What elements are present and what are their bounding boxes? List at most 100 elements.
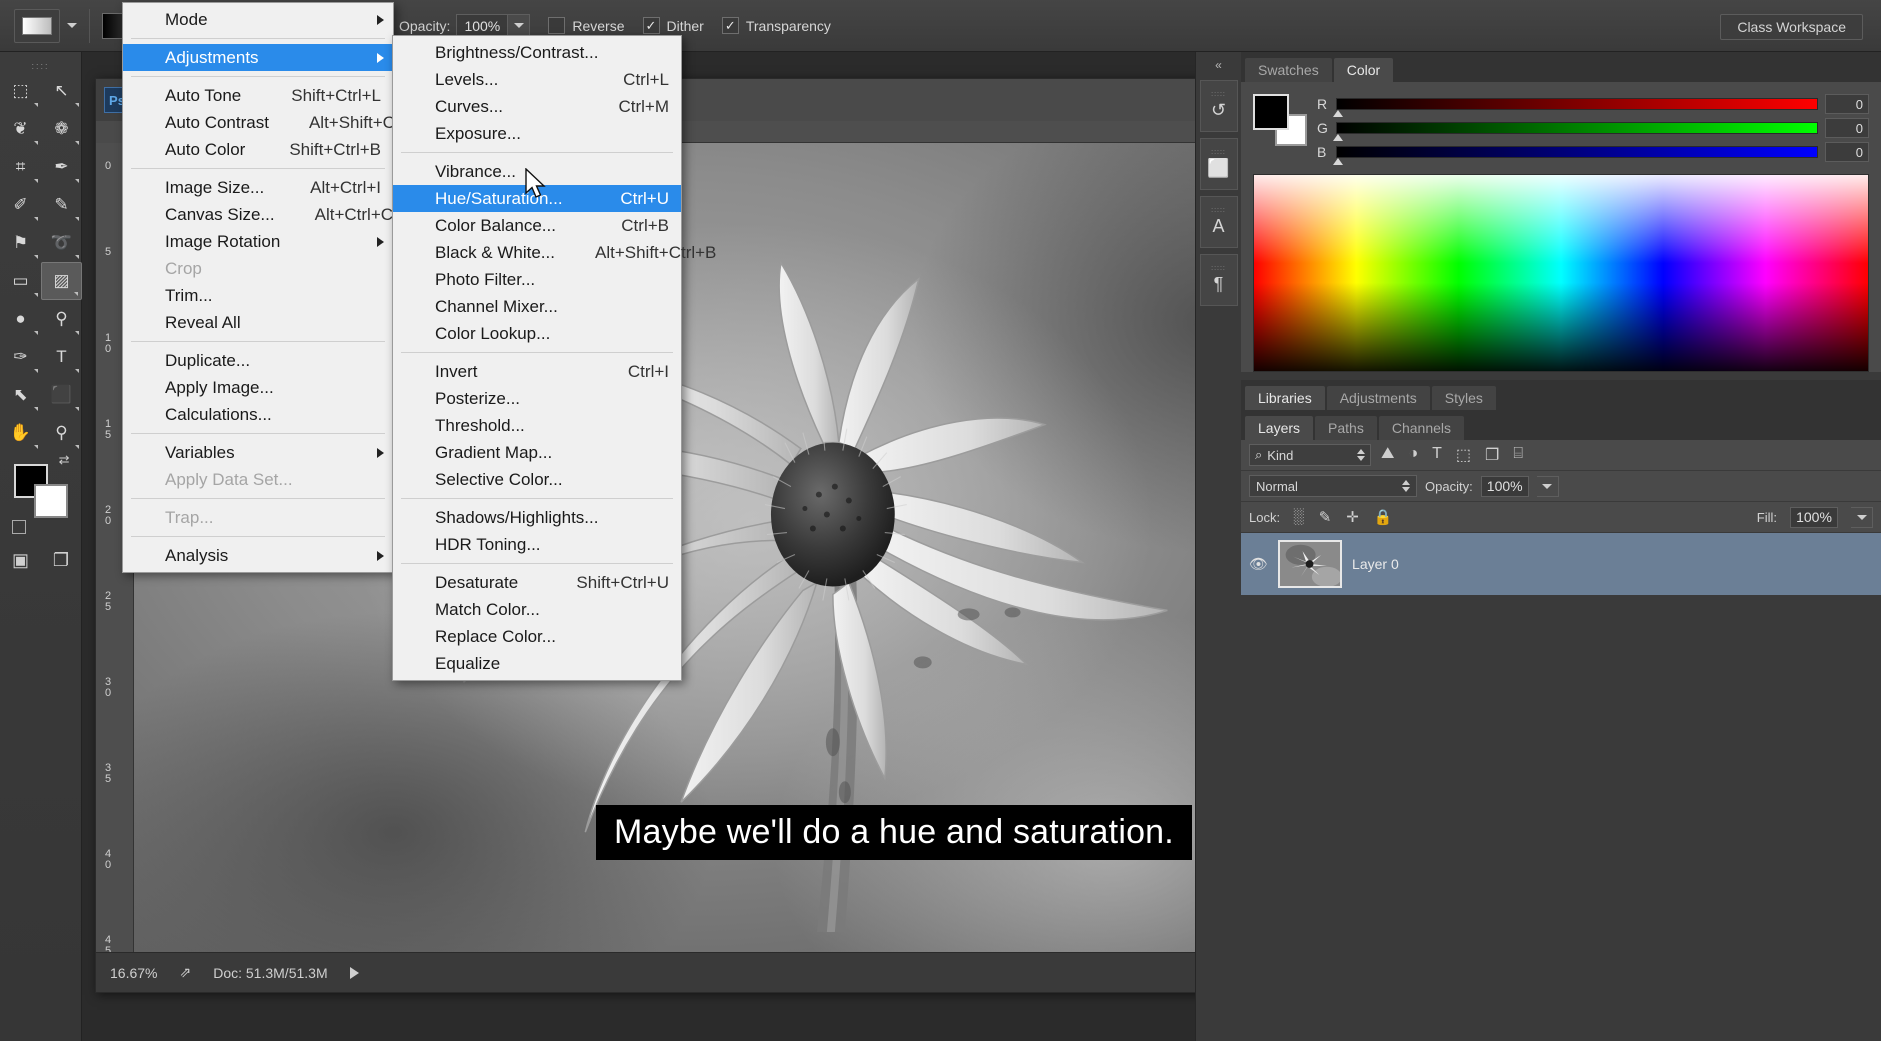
channel-thumb[interactable]: [1333, 134, 1343, 141]
layer-kind-filter-select[interactable]: ⌕ Kind: [1249, 444, 1371, 466]
lock-transparent-pixels-icon[interactable]: ░: [1293, 508, 1304, 526]
layer-opacity-chevron-down-icon[interactable]: [1536, 475, 1559, 497]
channel-thumb[interactable]: [1333, 158, 1343, 165]
menu-item-posterize[interactable]: Posterize...: [393, 385, 681, 412]
reverse-checkbox-row[interactable]: Reverse: [548, 17, 625, 34]
menu-item-variables[interactable]: Variables: [123, 439, 393, 466]
brush-tool[interactable]: ✎: [41, 186, 82, 224]
opacity-chevron-down-icon[interactable]: [508, 13, 531, 38]
transparency-checkbox-row[interactable]: ✓ Transparency: [721, 17, 831, 34]
menu-item-image-rotation[interactable]: Image Rotation: [123, 228, 393, 255]
layer-fill-input[interactable]: 100%: [1790, 506, 1838, 528]
share-icon[interactable]: ⇗: [179, 964, 191, 981]
menu-item-equalize[interactable]: Equalize: [393, 650, 681, 677]
eyedropper-tool[interactable]: ✒: [41, 148, 82, 186]
menu-item-black-white[interactable]: Black & White... Alt+Shift+Ctrl+B: [393, 239, 716, 266]
menu-item-color-lookup[interactable]: Color Lookup...: [393, 320, 681, 347]
color-slider-b[interactable]: B0: [1317, 140, 1869, 165]
path-selection-tool[interactable]: ⬉: [0, 376, 41, 414]
gradient-tool[interactable]: ▨: [41, 262, 82, 300]
character-panel-icon[interactable]: ::::: A: [1199, 196, 1238, 248]
dodge-tool[interactable]: ⚲: [41, 300, 82, 338]
layer-fill-chevron-down-icon[interactable]: [1851, 506, 1873, 528]
color-panel-foreground-swatch[interactable]: [1253, 94, 1289, 130]
menu-item-mode[interactable]: Mode: [123, 6, 393, 33]
lock-image-pixels-icon[interactable]: ✎: [1319, 508, 1332, 526]
quick-selection-tool[interactable]: ❁: [41, 110, 82, 148]
color-slider-r[interactable]: R0: [1317, 92, 1869, 117]
opacity-input[interactable]: 100%: [456, 13, 509, 38]
menu-item-hdr-toning[interactable]: HDR Toning...: [393, 531, 681, 558]
channel-thumb[interactable]: [1333, 110, 1343, 117]
menu-item-trim[interactable]: Trim...: [123, 282, 393, 309]
tab-libraries[interactable]: Libraries: [1245, 386, 1325, 410]
menu-item-threshold[interactable]: Threshold...: [393, 412, 681, 439]
filter-smart-object-icon[interactable]: ❐: [1485, 445, 1499, 465]
color-slider-g[interactable]: G0: [1317, 116, 1869, 141]
screen-mode-icon[interactable]: ❐: [53, 550, 69, 571]
menu-item-exposure[interactable]: Exposure...: [393, 120, 681, 147]
move-tool[interactable]: ↖: [41, 72, 82, 110]
3d-panel-icon[interactable]: ::::: ⬜: [1199, 138, 1238, 190]
channel-value[interactable]: 0: [1825, 118, 1869, 138]
zoom-level[interactable]: 16.67%: [110, 965, 157, 981]
layer-blend-mode-select[interactable]: Normal: [1249, 475, 1417, 497]
blur-tool[interactable]: ●: [0, 300, 41, 338]
layer-thumbnail[interactable]: [1278, 540, 1343, 588]
menu-item-image-size[interactable]: Image Size... Alt+Ctrl+I: [123, 174, 393, 201]
channel-value[interactable]: 0: [1825, 142, 1869, 162]
eraser-tool[interactable]: ▭: [0, 262, 41, 300]
menu-item-invert[interactable]: Invert Ctrl+I: [393, 358, 681, 385]
menu-item-desaturate[interactable]: Desaturate Shift+Ctrl+U: [393, 569, 681, 596]
tab-adjustments[interactable]: Adjustments: [1326, 386, 1430, 410]
menu-item-color-balance[interactable]: Color Balance... Ctrl+B: [393, 212, 681, 239]
menu-item-calculations[interactable]: Calculations...: [123, 401, 393, 428]
workspace-switcher-button[interactable]: Class Workspace: [1720, 14, 1863, 40]
filter-adjustment-icon[interactable]: ◑: [1408, 445, 1418, 465]
horizontal-type-tool[interactable]: T: [41, 338, 82, 376]
lock-all-icon[interactable]: 🔒: [1374, 508, 1393, 526]
tab-styles[interactable]: Styles: [1431, 386, 1496, 410]
crop-tool[interactable]: ⌗: [0, 148, 41, 186]
status-menu-arrow-icon[interactable]: [349, 966, 359, 979]
history-brush-tool[interactable]: ➰: [41, 224, 82, 262]
default-colors-icon[interactable]: [11, 520, 26, 534]
menu-item-adjustments[interactable]: Adjustments: [123, 44, 393, 71]
menu-item-curves[interactable]: Curves... Ctrl+M: [393, 93, 681, 120]
lock-position-icon[interactable]: ✛: [1346, 508, 1359, 526]
rectangular-marquee-tool[interactable]: ⬚: [0, 72, 41, 110]
tools-panel-grabber[interactable]: ::::: [0, 60, 81, 72]
channel-track[interactable]: [1333, 146, 1818, 165]
background-color-swatch[interactable]: [33, 484, 68, 518]
rectangle-tool[interactable]: ⬛: [41, 376, 82, 414]
menu-item-apply-image[interactable]: Apply Image...: [123, 374, 393, 401]
menu-item-photo-filter[interactable]: Photo Filter...: [393, 266, 681, 293]
lasso-tool[interactable]: ❦: [0, 110, 41, 148]
clone-stamp-tool[interactable]: ⚑: [0, 224, 41, 262]
menu-item-auto-color[interactable]: Auto Color Shift+Ctrl+B: [123, 136, 393, 163]
quick-mask-icon[interactable]: ▣: [12, 550, 29, 571]
menu-item-duplicate[interactable]: Duplicate...: [123, 347, 393, 374]
expand-panels-icon[interactable]: «: [1196, 56, 1241, 74]
paragraph-panel-icon[interactable]: ::::: ¶: [1199, 254, 1238, 306]
tab-swatches[interactable]: Swatches: [1245, 58, 1332, 82]
menu-item-analysis[interactable]: Analysis: [123, 542, 393, 569]
transparency-checkbox[interactable]: ✓: [721, 17, 739, 34]
tab-layers[interactable]: Layers: [1245, 416, 1314, 440]
tab-paths[interactable]: Paths: [1315, 416, 1377, 440]
tab-color[interactable]: Color: [1333, 58, 1394, 82]
zoom-tool[interactable]: ⚲: [41, 414, 82, 452]
image-menu[interactable]: Mode Adjustments Auto Tone Shift+Ctrl+L Auto…: [122, 2, 428, 573]
channel-track[interactable]: [1333, 98, 1818, 117]
menu-item-selective-color[interactable]: Selective Color...: [393, 466, 681, 493]
color-spectrum-ramp[interactable]: [1253, 174, 1869, 372]
dither-checkbox-row[interactable]: ✓ Dither: [642, 17, 704, 34]
channel-value[interactable]: 0: [1825, 94, 1869, 114]
gradient-tool-preset-button[interactable]: [14, 8, 60, 43]
filter-type-icon[interactable]: T: [1432, 445, 1442, 465]
channel-track[interactable]: [1333, 122, 1818, 141]
dither-checkbox[interactable]: ✓: [642, 17, 660, 34]
layer-visibility-eye-icon[interactable]: 👁: [1249, 555, 1268, 573]
tab-channels[interactable]: Channels: [1378, 416, 1464, 440]
pen-tool[interactable]: ✑: [0, 338, 41, 376]
